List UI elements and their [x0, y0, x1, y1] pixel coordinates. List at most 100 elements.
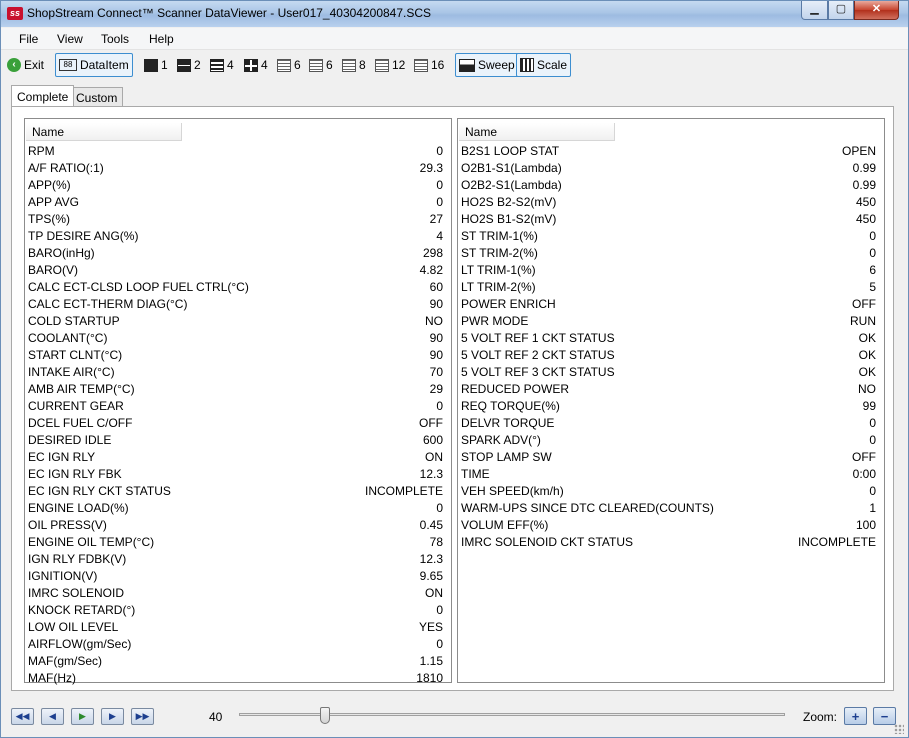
- data-row[interactable]: TPS(%) 27: [25, 211, 451, 228]
- parameter-value: 0: [436, 178, 443, 192]
- data-row[interactable]: BARO(V) 4.82: [25, 262, 451, 279]
- data-row[interactable]: WARM-UPS SINCE DTC CLEARED(COUNTS) 1: [458, 500, 884, 517]
- slider-thumb[interactable]: [320, 707, 330, 724]
- tab-complete[interactable]: Complete: [11, 85, 75, 106]
- data-row[interactable]: 5 VOLT REF 1 CKT STATUS OK: [458, 330, 884, 347]
- data-row[interactable]: TP DESIRE ANG(%) 4: [25, 228, 451, 245]
- left-data-panel[interactable]: Name RPM 0 A/F RATIO(:1) 29.3 APP(%) 0 APP AVG…: [24, 118, 452, 685]
- name-column-header[interactable]: Name: [459, 123, 615, 141]
- data-row[interactable]: CALC ECT-THERM DIAG(°C) 90: [25, 296, 451, 313]
- data-row[interactable]: START CLNT(°C) 90: [25, 347, 451, 364]
- data-row[interactable]: APP AVG 0: [25, 194, 451, 211]
- dataitem-button[interactable]: 88 DataItem: [55, 53, 133, 77]
- data-row[interactable]: DCEL FUEL C/OFF OFF: [25, 415, 451, 432]
- prev-frame-button[interactable]: ◀: [41, 708, 64, 725]
- data-row[interactable]: EC IGN RLY FBK 12.3: [25, 466, 451, 483]
- data-row[interactable]: LT TRIM-1(%) 6: [458, 262, 884, 279]
- data-row[interactable]: RPM 0: [25, 143, 451, 160]
- data-row[interactable]: SPARK ADV(°) 0: [458, 432, 884, 449]
- resize-grip-icon[interactable]: [894, 724, 904, 734]
- play-button[interactable]: ▶: [71, 708, 94, 725]
- data-row[interactable]: KNOCK RETARD(°) 0: [25, 602, 451, 619]
- data-row[interactable]: A/F RATIO(:1) 29.3: [25, 160, 451, 177]
- data-row[interactable]: LT TRIM-2(%) 5: [458, 279, 884, 296]
- next-frame-button[interactable]: ▶: [101, 708, 124, 725]
- title-bar[interactable]: ss ShopStream Connect™ Scanner DataViewe…: [1, 1, 908, 27]
- layout-12-button[interactable]: 12: [375, 53, 405, 77]
- data-row[interactable]: MAF(gm/Sec) 1.15: [25, 653, 451, 670]
- data-row[interactable]: DELVR TORQUE 0: [458, 415, 884, 432]
- data-row[interactable]: HO2S B2-S2(mV) 450: [458, 194, 884, 211]
- last-frame-button[interactable]: ▶▶: [131, 708, 154, 725]
- data-row[interactable]: EC IGN RLY ON: [25, 449, 451, 466]
- data-row[interactable]: O2B1-S1(Lambda) 0.99: [458, 160, 884, 177]
- zoom-out-button[interactable]: −: [873, 707, 896, 725]
- data-row[interactable]: B2S1 LOOP STAT OPEN: [458, 143, 884, 160]
- scale-button[interactable]: Scale: [516, 53, 572, 77]
- zoom-in-button[interactable]: +: [844, 707, 867, 725]
- name-column-header[interactable]: Name: [26, 123, 182, 141]
- layout-16-button[interactable]: 16: [414, 53, 444, 77]
- menu-view[interactable]: View: [57, 32, 83, 46]
- data-row[interactable]: REDUCED POWER NO: [458, 381, 884, 398]
- data-row[interactable]: PWR MODE RUN: [458, 313, 884, 330]
- data-row[interactable]: MAF(Hz) 1810: [25, 670, 451, 687]
- data-row[interactable]: 5 VOLT REF 2 CKT STATUS OK: [458, 347, 884, 364]
- maximize-button[interactable]: ▢: [828, 1, 854, 20]
- data-row[interactable]: OIL PRESS(V) 0.45: [25, 517, 451, 534]
- data-row[interactable]: DESIRED IDLE 600: [25, 432, 451, 449]
- sweep-button[interactable]: Sweep: [455, 53, 519, 77]
- data-row[interactable]: APP(%) 0: [25, 177, 451, 194]
- layout-6-rows-button[interactable]: 6: [277, 53, 301, 77]
- tab-custom[interactable]: Custom: [70, 87, 124, 107]
- parameter-name: POWER ENRICH: [461, 297, 556, 311]
- data-row[interactable]: STOP LAMP SW OFF: [458, 449, 884, 466]
- data-row[interactable]: EC IGN RLY CKT STATUS INCOMPLETE: [25, 483, 451, 500]
- data-row[interactable]: ST TRIM-2(%) 0: [458, 245, 884, 262]
- layout-1-button[interactable]: 1: [144, 53, 168, 77]
- data-row[interactable]: HO2S B1-S2(mV) 450: [458, 211, 884, 228]
- parameter-value: 9.65: [419, 569, 443, 583]
- data-row[interactable]: TIME 0:00: [458, 466, 884, 483]
- menu-tools[interactable]: Tools: [101, 32, 129, 46]
- layout-4-grid-button[interactable]: 4: [244, 53, 268, 77]
- data-row[interactable]: COLD STARTUP NO: [25, 313, 451, 330]
- layout-6-grid-button[interactable]: 6: [309, 53, 333, 77]
- data-row[interactable]: O2B2-S1(Lambda) 0.99: [458, 177, 884, 194]
- data-row[interactable]: REQ TORQUE(%) 99: [458, 398, 884, 415]
- playback-slider[interactable]: [239, 707, 785, 724]
- right-data-panel[interactable]: Name B2S1 LOOP STAT OPEN O2B1-S1(Lambda) 0.…: [457, 118, 885, 683]
- data-row[interactable]: AIRFLOW(gm/Sec) 0: [25, 636, 451, 653]
- data-row[interactable]: IGNITION(V) 9.65: [25, 568, 451, 585]
- data-row[interactable]: POWER ENRICH OFF: [458, 296, 884, 313]
- layout-2-button[interactable]: 2: [177, 53, 201, 77]
- menu-file[interactable]: File: [19, 32, 38, 46]
- data-row[interactable]: ENGINE OIL TEMP(°C) 78: [25, 534, 451, 551]
- data-row[interactable]: CURRENT GEAR 0: [25, 398, 451, 415]
- data-row[interactable]: VOLUM EFF(%) 100: [458, 517, 884, 534]
- data-row[interactable]: CALC ECT-CLSD LOOP FUEL CTRL(°C) 60: [25, 279, 451, 296]
- data-row[interactable]: ENGINE LOAD(%) 0: [25, 500, 451, 517]
- exit-button[interactable]: ‹ Exit: [7, 53, 44, 77]
- layout-4-rows-button[interactable]: 4: [210, 53, 234, 77]
- parameter-name: MAF(gm/Sec): [28, 654, 103, 668]
- play-icon: ▶: [79, 711, 86, 721]
- data-row[interactable]: AMB AIR TEMP(°C) 29: [25, 381, 451, 398]
- data-row[interactable]: INTAKE AIR(°C) 70: [25, 364, 451, 381]
- data-row[interactable]: IGN RLY FDBK(V) 12.3: [25, 551, 451, 568]
- parameter-name: START CLNT(°C): [28, 348, 123, 362]
- data-row[interactable]: ST TRIM-1(%) 0: [458, 228, 884, 245]
- minimize-button[interactable]: ▁: [801, 1, 828, 20]
- close-button[interactable]: ✕: [854, 1, 899, 20]
- data-row[interactable]: BARO(inHg) 298: [25, 245, 451, 262]
- data-row[interactable]: VEH SPEED(km/h) 0: [458, 483, 884, 500]
- data-row[interactable]: 5 VOLT REF 3 CKT STATUS OK: [458, 364, 884, 381]
- data-row[interactable]: IMRC SOLENOID CKT STATUS INCOMPLETE: [458, 534, 884, 551]
- layout-8-button[interactable]: 8: [342, 53, 366, 77]
- menu-help[interactable]: Help: [149, 32, 174, 46]
- first-frame-button[interactable]: ◀◀: [11, 708, 34, 725]
- data-row[interactable]: LOW OIL LEVEL YES: [25, 619, 451, 636]
- parameter-value: 0: [869, 433, 876, 447]
- data-row[interactable]: COOLANT(°C) 90: [25, 330, 451, 347]
- data-row[interactable]: IMRC SOLENOID ON: [25, 585, 451, 602]
